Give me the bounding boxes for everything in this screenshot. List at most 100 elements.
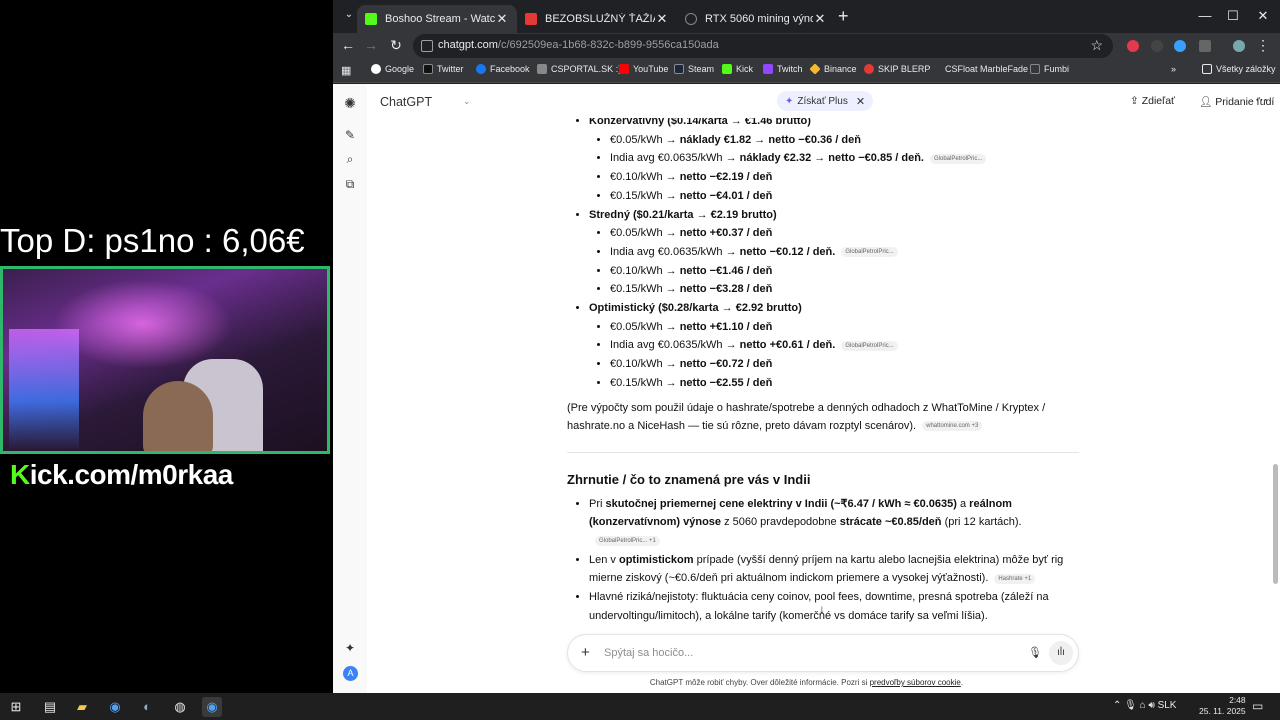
bookmark-twitter[interactable]: Twitter (423, 64, 464, 74)
extension-icon[interactable] (1127, 40, 1139, 52)
citation-chip[interactable]: whattomine.com +3 (922, 421, 983, 432)
kick-channel-banner: Kick.com/m0rkaa (10, 459, 233, 490)
language-indicator[interactable]: SLK (1158, 700, 1177, 711)
site-info-icon[interactable] (421, 40, 433, 52)
new-tab-button[interactable]: + (838, 6, 849, 27)
share-button[interactable]: ⇪ Zdieľať (1130, 95, 1175, 107)
summary-item: Pri skutočnej priemernej cene elektriny … (589, 495, 1079, 551)
list-item: India avg €0.0635/kWh → netto −€0.12 / d… (610, 243, 1079, 262)
citation-chip[interactable]: GlobalPetrolPric... +1 (595, 536, 660, 547)
list-item: €0.10/kWh → netto −€2.19 / deň (610, 168, 1079, 187)
youtube-icon (525, 13, 537, 25)
model-selector[interactable]: ChatGPT (380, 95, 432, 109)
person-icon: 👤︎ (1199, 96, 1216, 108)
maximize-button[interactable]: ☐ (1223, 8, 1243, 24)
google-icon (371, 64, 381, 74)
tab-strip: ⌄ Boshoo Stream - Watch Live on ✕ BEZOBS… (333, 0, 1280, 33)
voice-mode-button[interactable]: ıl̇ı (1049, 641, 1073, 665)
library-icon[interactable]: ⧉ (343, 177, 357, 191)
tab-kick-stream[interactable]: Boshoo Stream - Watch Live on ✕ (357, 5, 517, 33)
apps-grid-icon[interactable]: ▦ (341, 64, 353, 77)
bookmark-twitch[interactable]: Twitch (763, 64, 803, 74)
bookmark-csfloat[interactable]: CSFloat MarbleFade (931, 64, 1028, 74)
browser-menu-icon[interactable]: ⋮ (1256, 37, 1270, 54)
get-plus-button[interactable]: ✦ Získať Plus ✕ (777, 91, 874, 111)
bookmark-steam[interactable]: Steam (674, 64, 714, 74)
close-icon[interactable]: ✕ (495, 11, 509, 27)
address-bar[interactable]: chatgpt.com/c/692509ea-1b68-832c-b899-95… (413, 34, 1113, 58)
profile-avatar-icon[interactable] (1233, 40, 1245, 52)
more-options-icon[interactable]: ⋯ (1255, 92, 1268, 108)
bookmark-star-icon[interactable]: ☆ (1090, 37, 1103, 54)
close-icon[interactable]: ✕ (655, 11, 669, 27)
steam-app-icon[interactable]: ◐ (137, 697, 157, 717)
bookmark-fumbi[interactable]: Fumbi (1030, 64, 1069, 74)
file-explorer-icon[interactable]: ▰ (72, 697, 92, 717)
chat-header: ChatGPT ⌄ ✦ Získať Plus ✕ ⇪ Zdieľať 👤︎ P… (367, 84, 1280, 118)
bookmark-skip-blerp[interactable]: SKIP BLERP (864, 64, 930, 74)
get-plus-label: Získať Plus (797, 95, 848, 107)
microphone-icon[interactable]: 🎙︎ (1028, 646, 1042, 659)
page-scrollbar[interactable] (1270, 84, 1280, 693)
kick-icon (722, 64, 732, 74)
citation-chip[interactable]: GlobalPetrolPric... (841, 340, 898, 351)
list-item: India avg €0.0635/kWh → náklady €2.32 → … (610, 149, 1079, 168)
top-donation-text: Top D: ps1no : 6,06€ (0, 222, 305, 259)
prompt-input[interactable]: Spýtaj sa hocičo... (604, 647, 693, 659)
minimize-button[interactable]: — (1195, 8, 1215, 23)
tab-chatgpt[interactable]: RTX 5060 mining výnosy ✕ (677, 5, 835, 33)
kick-icon (365, 13, 377, 25)
list-item: €0.05/kWh → netto +€0.37 / deň (610, 224, 1079, 243)
folder-icon (1202, 64, 1212, 74)
summary-item: Len v optimistickom prípade (vyšší denný… (589, 551, 1079, 588)
bookmark-binance[interactable]: Binance (809, 63, 857, 75)
url-text[interactable]: chatgpt.com/c/692509ea-1b68-832c-b899-95… (438, 39, 719, 51)
sparkle-icon[interactable]: ✦ (343, 641, 357, 655)
new-chat-icon[interactable]: ✎ (343, 128, 357, 142)
extension-icon[interactable] (1151, 40, 1163, 52)
tab-youtube[interactable]: BEZOBSLUŽNÝ ŤAŽIAR KRYPTOMI ✕ (517, 5, 677, 33)
close-window-button[interactable]: ✕ (1253, 8, 1273, 24)
search-icon[interactable]: ⌕ (343, 152, 357, 166)
scenario-optimistic: Optimistický ($0.28/karta → €2.92 brutto… (589, 299, 1079, 393)
bookmark-kick[interactable]: Kick (722, 64, 753, 74)
chatgpt-logo-icon[interactable]: ✺ (343, 95, 357, 111)
volume-icon[interactable]: 🔊︎ (1148, 700, 1157, 711)
extension-icon[interactable] (1174, 40, 1186, 52)
chatgpt-icon (685, 13, 697, 25)
chevron-down-icon[interactable]: ⌄ (463, 96, 471, 107)
prompt-box[interactable]: + Spýtaj sa hocičo... 🎙︎ ıl̇ı (567, 634, 1079, 672)
start-windows-icon[interactable]: ⊞ (6, 697, 26, 717)
reload-button[interactable]: ↻ (387, 37, 405, 54)
bookmark-google[interactable]: Google (371, 64, 414, 74)
citation-chip[interactable]: Hashrate +1 (994, 573, 1036, 584)
obs-app-icon[interactable]: ◍ (170, 697, 190, 717)
all-bookmarks-folder[interactable]: Všetky záložky (1202, 64, 1276, 74)
citation-chip[interactable]: GlobalPetrolPric... (841, 247, 898, 258)
chrome-active-app-icon[interactable]: ◉ (202, 697, 222, 717)
notifications-icon[interactable]: ▭ (1252, 699, 1263, 713)
citation-chip[interactable]: GlobalPetrolPric... (929, 153, 987, 164)
clock[interactable]: 2:48 25. 11. 2025 (1199, 695, 1246, 717)
forward-button[interactable]: → (362, 37, 380, 53)
close-icon[interactable]: ✕ (813, 11, 827, 27)
extensions-puzzle-icon[interactable] (1199, 40, 1211, 52)
bookmarks-overflow-icon[interactable]: » (1171, 64, 1176, 74)
mic-tray-icon[interactable]: 🎙︎ (1124, 700, 1139, 711)
scroll-down-arrow-icon[interactable]: ↓ (819, 602, 825, 616)
task-view-icon[interactable]: ▤ (40, 697, 60, 717)
system-tray[interactable]: ⌃ 🎙︎ ⌂ 🔊︎ SLK (1113, 700, 1176, 711)
chrome-app-icon[interactable]: ◉ (105, 697, 125, 717)
bookmark-youtube[interactable]: YouTube (619, 64, 668, 74)
tray-overflow-icon[interactable]: ⌃ (1113, 700, 1124, 711)
tab-search-icon[interactable]: ⌄ (341, 9, 357, 25)
scrollbar-thumb[interactable] (1273, 464, 1278, 584)
share-icon: ⇪ (1130, 95, 1142, 107)
bookmark-csportal[interactable]: CSPORTAL.SK :) (537, 64, 621, 74)
csfloat-icon (931, 64, 941, 74)
back-button[interactable]: ← (339, 37, 357, 53)
close-icon[interactable]: ✕ (856, 95, 865, 108)
bookmark-facebook[interactable]: Facebook (476, 64, 530, 74)
attach-plus-icon[interactable]: + (581, 644, 590, 661)
cookie-preferences-link[interactable]: predvoľby súborov cookie (870, 678, 961, 687)
